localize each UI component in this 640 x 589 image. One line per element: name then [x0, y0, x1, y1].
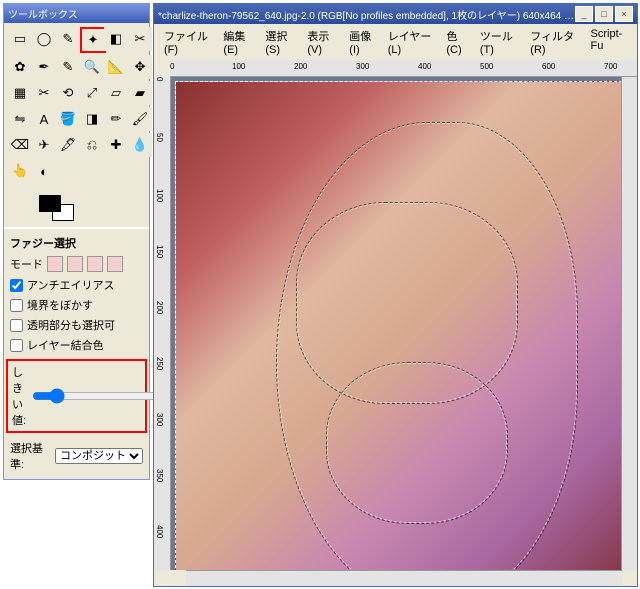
crop-icon[interactable]: ✂ — [32, 81, 56, 105]
ruler-vertical[interactable]: 050100150200250300350400450 — [154, 77, 171, 570]
mode-add-button[interactable] — [67, 256, 83, 272]
bucket-icon[interactable]: 🪣 — [56, 107, 80, 131]
scissors-icon[interactable]: ✂ — [128, 27, 152, 51]
minimize-button[interactable]: _ — [575, 6, 593, 22]
menu-item[interactable]: 編集(E) — [217, 26, 259, 58]
menu-item[interactable]: Script-Fu — [585, 26, 633, 58]
tool-grid: ▭◯✎✦◧✂✿✒✎🔍📐✥▦✂⟲⤢▱▰⇋A🪣◨✏🖌⌫✈🖋⎌✚💧👆◐ — [4, 23, 149, 187]
window-title: *charlize-theron-79562_640.jpg-2.0 (RGB[… — [158, 7, 575, 22]
shear-icon[interactable]: ▱ — [104, 81, 128, 105]
blend-icon[interactable]: ◨ — [80, 107, 104, 131]
color-picker-icon[interactable]: ✎ — [56, 55, 80, 79]
toolbox-window: ツールボックス ▭◯✎✦◧✂✿✒✎🔍📐✥▦✂⟲⤢▱▰⇋A🪣◨✏🖌⌫✈🖋⎌✚💧👆◐… — [3, 3, 150, 480]
menu-item[interactable]: レイヤー(L) — [382, 26, 441, 58]
fuzzy-select-icon[interactable]: ✦ — [80, 27, 106, 53]
text-icon[interactable]: A — [32, 107, 56, 131]
brush-icon[interactable]: 🖌 — [128, 107, 152, 131]
antialias-checkbox[interactable]: アンチエイリアス — [10, 275, 143, 295]
mode-label: モード — [10, 256, 43, 272]
tool-options-title: ファジー選択 — [10, 233, 143, 253]
dodge-icon[interactable]: ◐ — [32, 159, 56, 183]
mode-replace-button[interactable] — [47, 256, 63, 272]
close-button[interactable]: × — [615, 6, 633, 22]
ink-icon[interactable]: 🖋 — [56, 133, 80, 157]
toolbox-title: ツールボックス — [4, 4, 149, 23]
menu-item[interactable]: 選択(S) — [259, 26, 301, 58]
image-window: *charlize-theron-79562_640.jpg-2.0 (RGB[… — [153, 3, 638, 587]
menu-item[interactable]: 表示(V) — [301, 26, 343, 58]
measure-icon[interactable]: 📐 — [104, 55, 128, 79]
selection-marquee — [326, 362, 508, 524]
ruler-horizontal[interactable]: 0100200300400500600700 — [170, 60, 637, 77]
menu-item[interactable]: 色(C) — [440, 26, 473, 58]
ellipse-select-icon[interactable]: ◯ — [32, 27, 56, 51]
pencil-icon[interactable]: ✏ — [104, 107, 128, 131]
perspective-icon[interactable]: ▰ — [128, 81, 152, 105]
scale-icon[interactable]: ⤢ — [80, 81, 104, 105]
threshold-group: しきい値: — [6, 359, 147, 433]
rotate-icon[interactable]: ⟲ — [56, 81, 80, 105]
align-icon[interactable]: ▦ — [8, 81, 32, 105]
transparent-checkbox[interactable]: 透明部分も選択可 — [10, 315, 143, 335]
flip-icon[interactable]: ⇋ — [8, 107, 32, 131]
menu-item[interactable]: ツール(T) — [474, 26, 524, 58]
scrollbar-vertical[interactable] — [621, 77, 637, 570]
image-content — [175, 81, 621, 570]
rect-select-icon[interactable]: ▭ — [8, 27, 32, 51]
paths-icon[interactable]: ✒ — [32, 55, 56, 79]
color-select-icon[interactable]: ◧ — [104, 27, 128, 51]
menu-item[interactable]: フィルタ(R) — [524, 26, 584, 58]
feather-checkbox[interactable]: 境界をぼかす — [10, 295, 143, 315]
heal-icon[interactable]: ✚ — [104, 133, 128, 157]
scrollbar-horizontal[interactable] — [186, 570, 622, 586]
foreground-select-icon[interactable]: ✿ — [8, 55, 32, 79]
blur-icon[interactable]: 💧 — [128, 133, 152, 157]
mode-subtract-button[interactable] — [87, 256, 103, 272]
merged-checkbox[interactable]: レイヤー結合色 — [10, 335, 143, 355]
foreground-color-swatch[interactable] — [39, 195, 61, 212]
smudge-icon[interactable]: 👆 — [8, 159, 32, 183]
menu-item[interactable]: 画像(I) — [343, 26, 381, 58]
window-titlebar: *charlize-theron-79562_640.jpg-2.0 (RGB[… — [154, 4, 637, 24]
select-by-dropdown[interactable]: コンポジット — [55, 448, 143, 464]
threshold-slider[interactable] — [32, 389, 161, 403]
canvas-area: 050100150200250300350400450 — [154, 77, 637, 570]
airbrush-icon[interactable]: ✈ — [32, 133, 56, 157]
menu-item[interactable]: ファイル(F) — [158, 26, 217, 58]
menubar: ファイル(F)編集(E)選択(S)表示(V)画像(I)レイヤー(L)色(C)ツー… — [154, 24, 637, 60]
zoom-icon[interactable]: 🔍 — [80, 55, 104, 79]
maximize-button[interactable]: □ — [595, 6, 613, 22]
tool-options: ファジー選択 モード アンチエイリアス 境界をぼかす 透明部分も選択可 レイヤー… — [4, 227, 149, 479]
color-well — [4, 187, 149, 227]
window-buttons: _ □ × — [575, 6, 633, 22]
eraser-icon[interactable]: ⌫ — [8, 133, 32, 157]
mode-intersect-button[interactable] — [107, 256, 123, 272]
lasso-icon[interactable]: ✎ — [56, 27, 80, 51]
move-icon[interactable]: ✥ — [128, 55, 152, 79]
select-by-label: 選択基準: — [10, 440, 51, 472]
select-by-row: 選択基準: コンポジット — [10, 437, 143, 475]
canvas[interactable] — [171, 77, 621, 570]
clone-icon[interactable]: ⎌ — [80, 133, 104, 157]
mode-row: モード — [10, 253, 143, 275]
threshold-label: しきい値: — [12, 364, 26, 428]
